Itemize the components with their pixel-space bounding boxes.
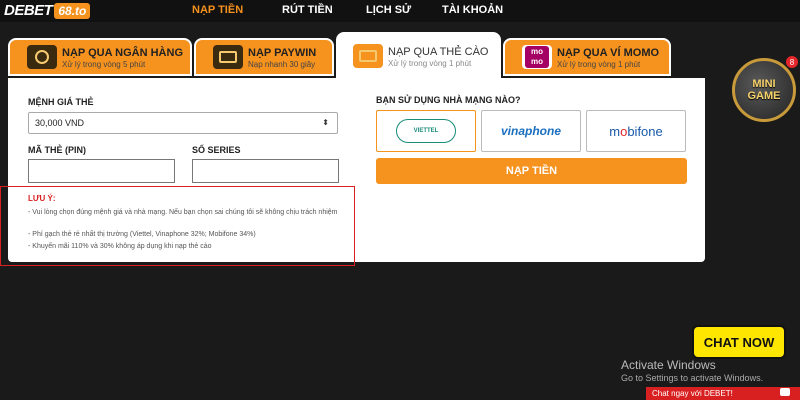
momo-icon: mo mo (522, 45, 552, 69)
scratch-card-icon (353, 44, 383, 68)
tab-paywin-title: NẠP PAYWIN (248, 47, 317, 59)
chat-bar-text: Chat ngay với DEBET! (652, 389, 733, 398)
activate-windows-title: Activate Windows (621, 358, 716, 372)
tab-scratch-title: NẠP QUA THẺ CÀO (388, 46, 489, 58)
denomination-label: MỆNH GIÁ THẺ (28, 97, 94, 107)
note-line-2: - Phí gạch thẻ rẻ nhất thị trường (Viett… (28, 231, 256, 238)
tab-momo[interactable]: mo mo NẠP QUA VÍ MOMO Xử lý trong vòng 1 … (503, 38, 671, 76)
note-line-1: - Vui lòng chọn đúng mệnh giá và nhà mạn… (28, 209, 338, 216)
tab-bank-sub: Xử lý trong vòng 5 phút (62, 60, 146, 69)
series-input[interactable] (192, 159, 339, 183)
carrier-label: BẠN SỬ DỤNG NHÀ MẠNG NÀO? (376, 95, 521, 105)
note-title: LƯU Ý: (28, 194, 56, 203)
carrier-mobifone[interactable]: mobifone (586, 110, 686, 152)
mini-game-button[interactable]: MINI GAME (732, 58, 796, 122)
logo-text: DEBET (4, 2, 53, 19)
chat-bar[interactable]: Chat ngay với DEBET! (646, 387, 800, 400)
mobifone-logo: mobifone (609, 123, 663, 139)
chat-bubble-icon (780, 388, 790, 396)
bank-card-icon (27, 45, 57, 69)
logo-domain: 68.to (54, 2, 91, 19)
note-line-3: - Khuyến mãi 110% và 30% không áp dụng k… (28, 243, 212, 250)
tab-bank-title: NẠP QUA NGÂN HÀNG (62, 47, 184, 59)
submit-deposit-button[interactable]: NẠP TIỀN (376, 158, 687, 184)
activate-windows-sub: Go to Settings to activate Windows. (621, 373, 764, 383)
series-label: SỐ SERIES (192, 145, 241, 155)
pin-label: MÃ THẺ (PIN) (28, 145, 86, 155)
tab-paywin-sub: Nạp nhanh 30 giây (248, 60, 316, 69)
denomination-select[interactable]: 30,000 VND ⬍ (28, 112, 338, 134)
tab-momo-title: NẠP QUA VÍ MOMO (557, 47, 660, 59)
carrier-viettel[interactable]: VIETTEL (376, 110, 476, 152)
nav-deposit[interactable]: NẠP TIỀN (192, 4, 282, 16)
select-arrow-icon: ⬍ (322, 118, 329, 127)
vinaphone-logo: vinaphone (500, 124, 561, 138)
nav-withdraw[interactable]: RÚT TIỀN (282, 4, 366, 16)
tab-bank[interactable]: NẠP QUA NGÂN HÀNG Xử lý trong vòng 5 phú… (8, 38, 192, 76)
mini-game-line2: GAME (747, 90, 781, 102)
tab-momo-sub: Xử lý trong vòng 1 phút (557, 60, 641, 69)
tab-paywin[interactable]: NẠP PAYWIN Nạp nhanh 30 giây (194, 38, 334, 76)
mini-game-badge: 8 (786, 56, 798, 68)
mini-game-line1: MINI (752, 78, 776, 90)
paywin-icon (213, 45, 243, 69)
denomination-value: 30,000 VND (35, 118, 85, 128)
main-nav: NẠP TIỀN RÚT TIỀN LỊCH SỬ TÀI KHOẢN (192, 4, 503, 16)
pin-input[interactable] (28, 159, 175, 183)
tab-scratch-sub: Xử lý trong vòng 1 phút (388, 59, 472, 68)
tab-scratch-card[interactable]: NẠP QUA THẺ CÀO Xử lý trong vòng 1 phút (336, 32, 501, 78)
carrier-vinaphone[interactable]: vinaphone (481, 110, 581, 152)
nav-history[interactable]: LỊCH SỬ (366, 4, 442, 16)
chat-now-button[interactable]: CHAT NOW (692, 325, 786, 359)
viettel-logo: VIETTEL (396, 119, 456, 143)
top-nav-bar: DEBET 68.to NẠP TIỀN RÚT TIỀN LỊCH SỬ TÀ… (0, 0, 800, 22)
site-logo[interactable]: DEBET 68.to (4, 1, 91, 20)
nav-account[interactable]: TÀI KHOẢN (442, 4, 503, 16)
